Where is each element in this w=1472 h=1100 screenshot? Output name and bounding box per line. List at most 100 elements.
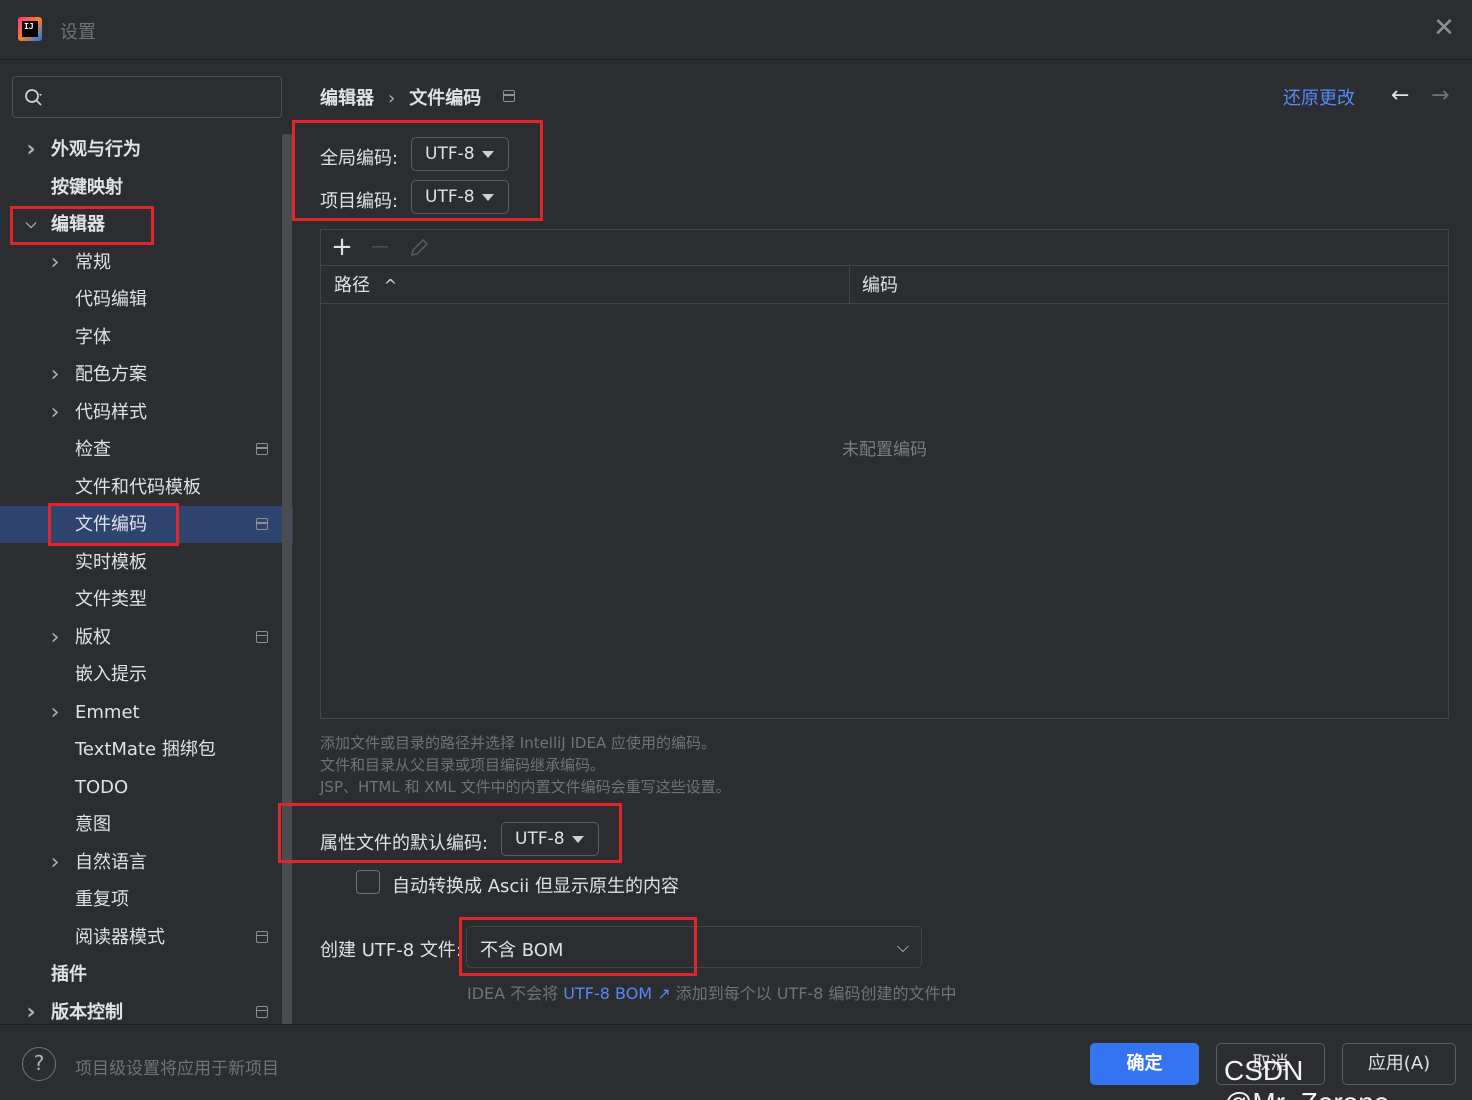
chevron-right-icon[interactable]: › [24, 131, 38, 168]
project-encoding-value: UTF-8 [425, 187, 475, 207]
sidebar-item[interactable]: 文件和代码模板 [0, 469, 280, 506]
sidebar-item[interactable]: › 代码样式 [0, 394, 280, 431]
sidebar-item[interactable]: › 配色方案 [0, 356, 280, 393]
sidebar-item[interactable]: 阅读器模式 [0, 919, 280, 956]
remove-icon[interactable]: — [367, 234, 393, 262]
title-bar: IJ 设置 ✕ [0, 0, 1472, 60]
help-line-2: 文件和目录从父目录或项目编码继承编码。 [320, 756, 606, 774]
sidebar-item[interactable]: 文件类型 [0, 581, 280, 618]
sidebar-item[interactable]: TextMate 捆绑包 [0, 731, 280, 768]
sidebar-item-label: 插件 [51, 964, 87, 985]
project-level-icon [256, 443, 268, 455]
sidebar-item[interactable]: 代码编辑 [0, 281, 280, 318]
column-path-header[interactable]: 路径 ^ [334, 267, 397, 304]
sidebar-item[interactable]: 嵌入提示 [0, 656, 280, 693]
chevron-right-icon[interactable]: › [48, 844, 62, 881]
chevron-right-icon[interactable]: › [48, 619, 62, 656]
sidebar-item[interactable]: ⌵ 编辑器 [0, 206, 280, 243]
chevron-down-icon[interactable]: ⌵ [24, 206, 38, 243]
footer-note: 项目级设置将应用于新项目 [75, 1059, 279, 1079]
project-level-icon [503, 90, 515, 102]
sidebar-item[interactable]: 实时模板 [0, 544, 280, 581]
sidebar-item-label: 配色方案 [75, 364, 147, 385]
table-header: 路径 ^ 编码 [321, 267, 1448, 304]
sidebar-scrollbar[interactable] [282, 134, 292, 1024]
sidebar-item-label: 文件和代码模板 [75, 476, 201, 498]
sidebar-item[interactable]: › 外观与行为 [0, 131, 280, 168]
search-input[interactable] [12, 76, 282, 118]
column-encoding-header[interactable]: 编码 [862, 267, 898, 304]
sidebar-item-label: TODO [75, 776, 129, 798]
utf8-bom-label: 创建 UTF-8 文件: [320, 940, 462, 961]
chevron-right-icon[interactable]: › [48, 694, 62, 731]
path-encoding-table: + — 路径 ^ 编码 未配置编码 [320, 229, 1449, 719]
dropdown-arrow-icon [482, 194, 494, 201]
sidebar-item[interactable]: › 版权 [0, 619, 280, 656]
search-icon [25, 89, 42, 106]
chevron-right-icon[interactable]: › [48, 244, 62, 281]
add-icon[interactable]: + [329, 234, 355, 262]
global-encoding-dropdown[interactable]: UTF-8 [411, 137, 509, 171]
properties-encoding-value: UTF-8 [515, 829, 565, 849]
project-level-icon [256, 1005, 268, 1018]
utf8-bom-value: 不含 BOM [480, 940, 564, 961]
properties-encoding-dropdown[interactable]: UTF-8 [501, 822, 599, 856]
back-arrow-icon[interactable]: ← [1391, 83, 1409, 108]
utf8-bom-dropdown[interactable]: 不含 BOM ⌵ [466, 926, 922, 968]
sidebar-item-label: 检查 [75, 439, 111, 460]
restore-changes-link[interactable]: 还原更改 [1283, 84, 1355, 110]
sidebar-item[interactable]: TODO [0, 769, 280, 806]
sidebar-item-label: Emmet [75, 701, 140, 723]
utf8-bom-link[interactable]: UTF-8 BOM ↗ [563, 984, 670, 1003]
sidebar-item-label: 代码样式 [75, 401, 147, 423]
project-encoding-dropdown[interactable]: UTF-8 [411, 180, 509, 214]
sidebar-item[interactable]: 意图 [0, 806, 280, 843]
window-title: 设置 [60, 22, 96, 43]
sidebar-item[interactable]: › 自然语言 [0, 844, 280, 881]
sidebar-item[interactable]: 字体 [0, 319, 280, 356]
empty-table-text: 未配置编码 [842, 440, 927, 460]
sidebar-item-label: 文件类型 [75, 589, 147, 610]
project-level-icon [256, 930, 268, 943]
bom-help-prefix: IDEA 不会将 [467, 984, 559, 1003]
sidebar-item-label: 字体 [75, 326, 111, 348]
ascii-conversion-label[interactable]: 自动转换成 Ascii 但显示原生的内容 [392, 872, 679, 898]
forward-arrow-icon[interactable]: → [1431, 83, 1449, 108]
sidebar-item[interactable]: 文件编码 [0, 506, 293, 543]
watermark-text: CSDN @Mr_Zerone [1224, 1055, 1389, 1100]
sidebar-item-label: 编辑器 [51, 214, 105, 235]
sidebar-item-label: 版权 [75, 626, 111, 648]
help-icon[interactable]: ? [22, 1047, 56, 1081]
main-panel: 编辑器 › 文件编码 还原更改 ← → 全局编码: UTF-8 项目编码: UTF-… [293, 61, 1472, 1024]
sidebar-item-label: 意图 [75, 814, 111, 835]
settings-sidebar: › 外观与行为按键映射 ⌵ 编辑器 › 常规 代码编辑字体 › 配色方案 › 代码样式检查文件和代码… [0, 61, 293, 1025]
breadcrumb: 编辑器 › 文件编码 [320, 84, 481, 110]
sidebar-item[interactable]: › 常规 [0, 244, 280, 281]
help-line-3: JSP、HTML 和 XML 文件中的内置文件编码会重写这些设置。 [320, 778, 731, 796]
pencil-icon[interactable] [407, 236, 431, 260]
sidebar-item[interactable]: 重复项 [0, 881, 280, 918]
close-icon[interactable]: ✕ [1432, 15, 1456, 41]
chevron-right-icon[interactable]: › [48, 394, 62, 431]
ascii-conversion-checkbox[interactable] [356, 870, 380, 894]
sidebar-item[interactable]: 检查 [0, 431, 280, 468]
ok-button[interactable]: 确定 [1090, 1043, 1199, 1085]
sidebar-item-label: 外观与行为 [51, 139, 141, 160]
sidebar-item-label: 文件编码 [75, 514, 147, 535]
column-divider[interactable] [849, 267, 850, 304]
global-encoding-label: 全局编码: [320, 148, 399, 169]
sidebar-item-label: 嵌入提示 [75, 664, 147, 685]
sidebar-item[interactable]: › Emmet [0, 694, 280, 731]
project-level-icon [256, 630, 268, 643]
breadcrumb-separator: › [388, 88, 396, 109]
sidebar-item[interactable]: 按键映射 [0, 169, 280, 206]
sidebar-item[interactable]: 插件 [0, 956, 280, 993]
sidebar-item-label: 按键映射 [51, 176, 123, 198]
breadcrumb-current: 文件编码 [409, 88, 482, 109]
breadcrumb-parent[interactable]: 编辑器 [320, 84, 374, 110]
table-toolbar: + — [321, 230, 1448, 266]
chevron-down-icon: ⌵ [896, 937, 909, 956]
column-path-label: 路径 [334, 275, 370, 296]
chevron-right-icon[interactable]: › [48, 356, 62, 393]
project-level-icon [256, 518, 268, 530]
